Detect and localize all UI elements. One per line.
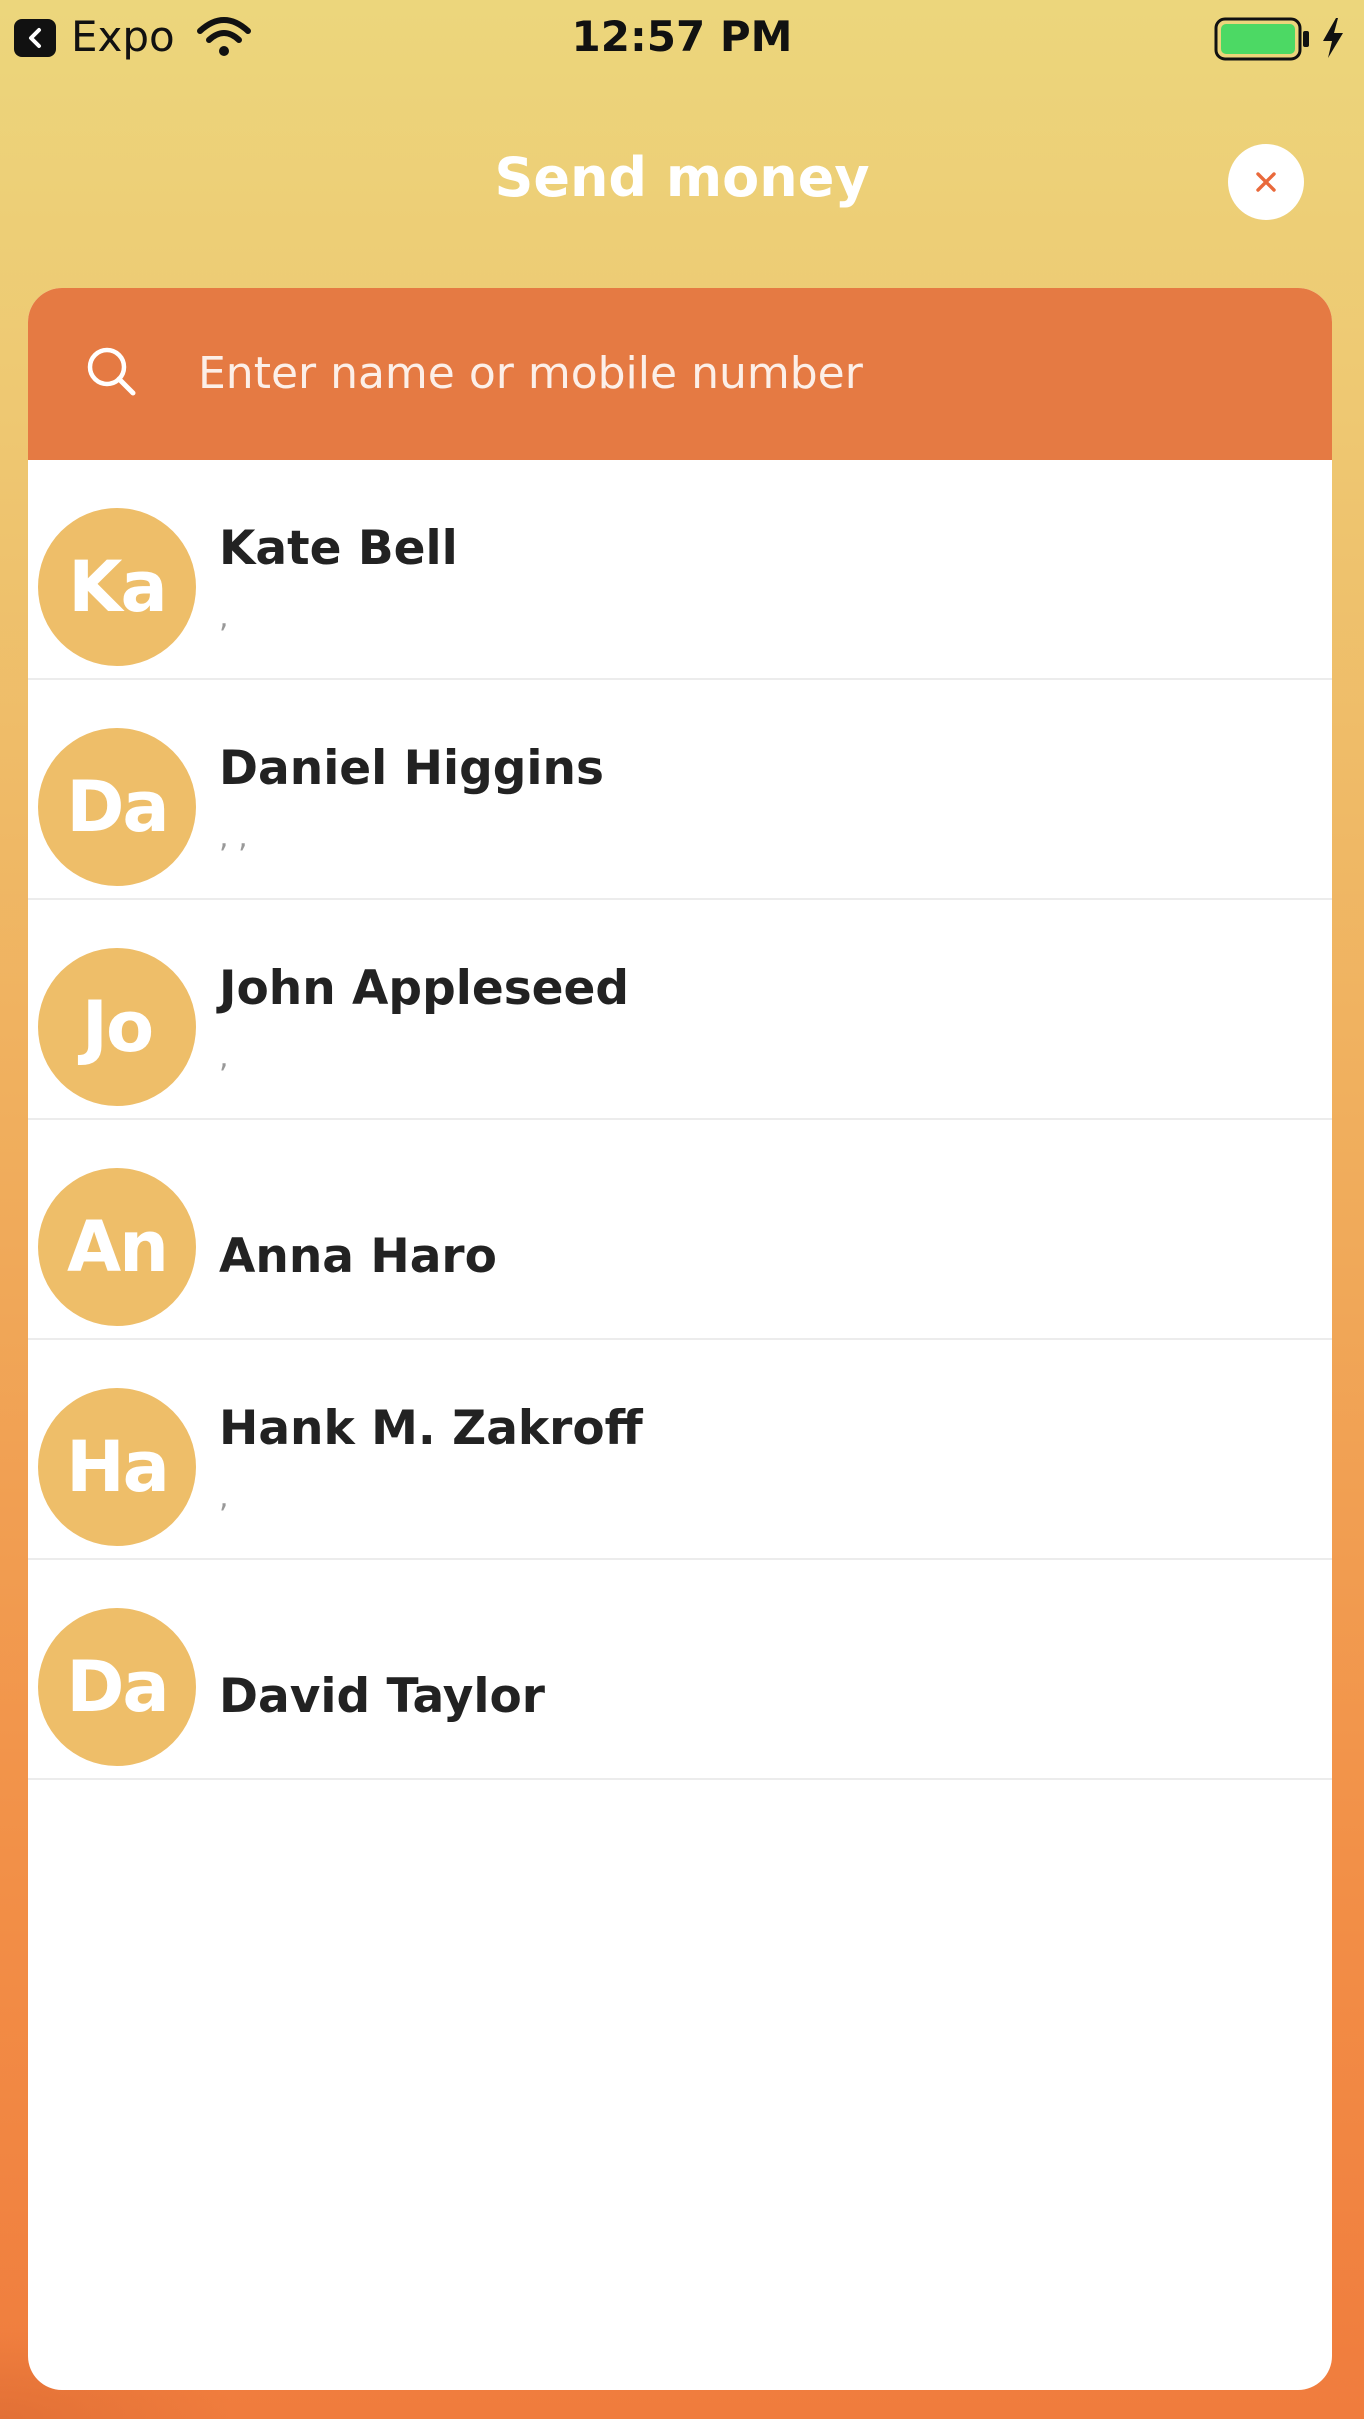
contact-detail: , ,	[219, 820, 248, 855]
contact-avatar: Ha	[38, 1388, 196, 1546]
contact-name: David Taylor	[219, 1669, 545, 1724]
charging-bolt-icon	[1323, 18, 1343, 58]
close-button[interactable]	[1228, 144, 1304, 220]
contact-row[interactable]: An Anna Haro	[28, 1120, 1332, 1340]
contact-avatar: Da	[38, 728, 196, 886]
battery-icon	[1214, 17, 1309, 61]
contacts-card: KaKate Bell,DaDaniel Higgins, ,JoJohn Ap…	[28, 288, 1332, 2390]
contact-name: John Appleseed	[219, 961, 630, 1016]
contact-avatar: Ka	[38, 508, 196, 666]
contact-row[interactable]: Ha Hank M. Zakroff,	[28, 1340, 1332, 1560]
close-icon	[1256, 172, 1276, 192]
contact-row[interactable]: Da David Taylor	[28, 1560, 1332, 1780]
contact-list: Ka Kate Bell, Da Daniel Higgins, , Jo John Ap…	[28, 460, 1332, 1780]
status-time: 12:57 PM	[571, 12, 793, 61]
contact-detail: ,	[219, 600, 229, 635]
contact-avatar: Jo	[38, 948, 196, 1106]
contact-avatar: An	[38, 1168, 196, 1326]
search-icon	[87, 347, 136, 396]
search-bar	[28, 288, 1332, 460]
contact-name: Daniel Higgins	[219, 741, 604, 796]
search-input[interactable]	[198, 338, 1278, 410]
status-bar: Expo 12:57 PM	[0, 0, 1364, 76]
contact-row[interactable]: Jo John Appleseed,	[28, 900, 1332, 1120]
contact-detail: ,	[219, 1040, 229, 1075]
contact-name: Hank M. Zakroff	[219, 1401, 643, 1456]
contact-name: Kate Bell	[219, 521, 458, 576]
send-money-screen: Expo 12:57 PM Send money Enter name or m…	[0, 0, 1364, 2419]
contact-row[interactable]: Da Daniel Higgins , ,	[28, 680, 1332, 900]
contact-avatar: Da	[38, 1608, 196, 1766]
contact-detail: ,	[219, 1480, 229, 1515]
page-title: Send money	[494, 146, 870, 209]
contact-row[interactable]: Ka Kate Bell,	[28, 460, 1332, 680]
contact-name: Anna Haro	[219, 1229, 497, 1284]
